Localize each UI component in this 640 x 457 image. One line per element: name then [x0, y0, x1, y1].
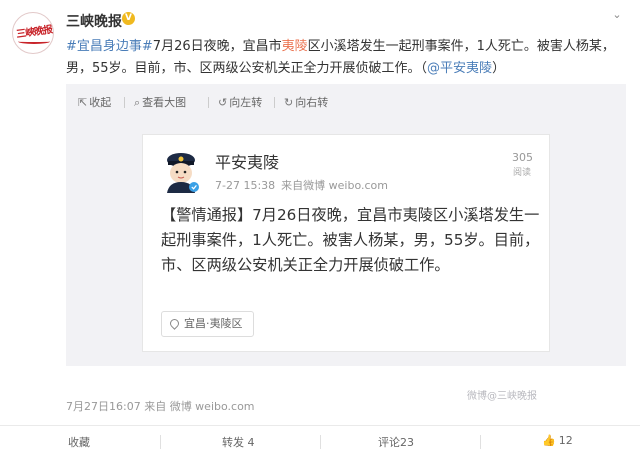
favorite-button[interactable]: 收藏	[68, 434, 90, 450]
image-watermark: 微博@三峡晚报	[467, 391, 537, 402]
embedded-post-image[interactable]: 平安夷陵 7-27 15:38 来自微博 weibo.com 305 阅读 【警情…	[142, 134, 550, 402]
collapse-icon: ⇱	[78, 96, 88, 109]
rotate-left-button[interactable]: ↺ 向左转	[218, 94, 262, 110]
zoom-icon: ⌕	[134, 96, 141, 109]
chevron-down-icon[interactable]: ⌄	[610, 8, 624, 22]
collapse-button[interactable]: ⇱ 收起	[78, 94, 111, 110]
rotate-right-button[interactable]: ↻ 向右转	[284, 94, 328, 110]
card-meta: 7-27 15:38 来自微博 weibo.com	[215, 179, 388, 192]
police-avatar-icon	[167, 153, 199, 193]
account-avatar[interactable]: 三峡晚报	[12, 12, 54, 54]
media-viewer: ⇱ 收起 ⌕ 查看大图 ↺ 向左转 ↻ 向右转 平安夷陵 7-27 15:38 来自微博 …	[66, 84, 626, 402]
account-logo: 三峡晚报	[15, 24, 53, 41]
read-count: 305	[512, 151, 533, 164]
logo-swash	[18, 39, 50, 44]
account-name[interactable]: 三峡晚报	[66, 11, 122, 31]
post-text-part: 7月26日夜晚，宜昌市	[152, 39, 282, 54]
hashtag-link[interactable]: #宜昌身边事#	[66, 39, 153, 54]
action-divider	[480, 435, 481, 449]
post-timestamp[interactable]: 7月27日16:07 来自 微博 weibo.com	[66, 398, 255, 414]
mention-link[interactable]: @平安夷陵	[427, 61, 492, 76]
view-large-button[interactable]: ⌕ 查看大图	[134, 94, 186, 110]
rotate-right-icon: ↻	[284, 96, 294, 109]
thumbs-up-icon: 👍	[542, 434, 556, 447]
comment-button[interactable]: 评论23	[378, 434, 414, 450]
toolbar-divider	[274, 97, 275, 108]
post-text: #宜昌身边事#7月26日夜晚，宜昌市夷陵区小溪塔发生一起刑事案件，1人死亡。被害…	[66, 36, 626, 80]
location-tag: 宜昌·夷陵区	[161, 311, 254, 337]
card-body-text: 【警情通报】7月26日夜晚，宜昌市夷陵区小溪塔发生一起刑事案件，1人死亡。被害人…	[161, 206, 540, 274]
action-bar: 收藏 转发 4 评论23 👍 12	[0, 425, 640, 457]
toolbar-divider	[208, 97, 209, 108]
action-divider	[160, 435, 161, 449]
post-text-part: 区小溪塔发生一起刑事案件，1人死亡。被害人杨某，	[307, 39, 615, 54]
read-count-label: 阅读	[512, 168, 531, 178]
toolbar-divider	[124, 97, 125, 108]
verified-icon: V	[122, 12, 135, 25]
action-divider	[320, 435, 321, 449]
location-pin-icon	[168, 317, 181, 330]
like-button[interactable]: 👍 12	[542, 434, 573, 447]
repost-button[interactable]: 转发 4	[222, 434, 255, 450]
card-account-name: 平安夷陵	[215, 153, 280, 172]
location-link[interactable]: 夷陵	[282, 39, 308, 54]
post-text-part: 男，55岁。目前，市、区两级公安机关正全力开展侦破工作。（	[66, 61, 428, 76]
rotate-left-icon: ↺	[218, 96, 228, 109]
post-text-part: ）	[492, 61, 506, 76]
